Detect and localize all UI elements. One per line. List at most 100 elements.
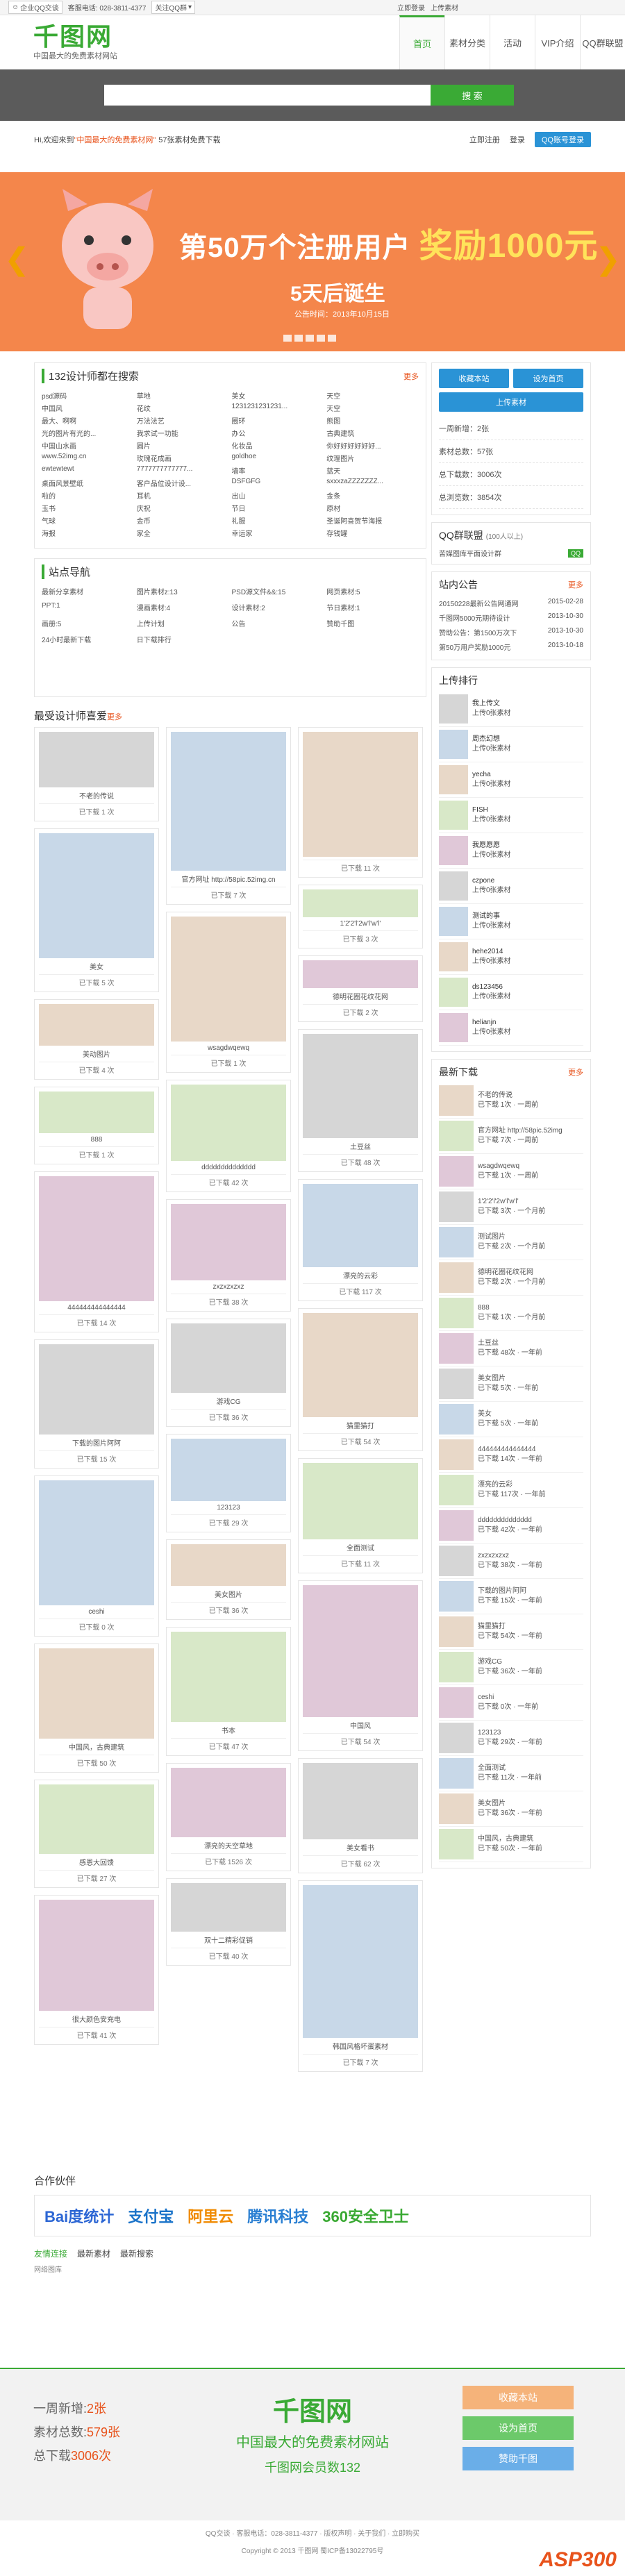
latest-thumbnail[interactable]: [439, 1369, 474, 1399]
material-card[interactable]: 书本 已下载 47 次: [166, 1627, 291, 1756]
material-card[interactable]: 中国风，古典建筑 已下载 50 次: [34, 1644, 159, 1773]
latest-item[interactable]: 123123 已下载 29次 · 一年前: [439, 1721, 583, 1756]
latest-item[interactable]: dddddddddddddd 已下载 42次 · 一年前: [439, 1508, 583, 1544]
site-nav-link[interactable]: 漫画素材:4: [137, 602, 229, 612]
qq-group-chip[interactable]: 关注QQ群 ▾: [151, 1, 196, 14]
material-card[interactable]: 猫里猫打 已下载 54 次: [298, 1308, 423, 1451]
material-card[interactable]: 1'2'2'l'2w'l'w'l' 已下载 3 次: [298, 885, 423, 948]
footer-links[interactable]: QQ交谈 · 客服电话：028-3811-4377 · 版权声明 · 关于我们 …: [0, 2527, 625, 2538]
keyword-link[interactable]: 庆祝: [137, 503, 229, 513]
keyword-link[interactable]: 你好好好好好好...: [326, 440, 419, 451]
keyword-link[interactable]: 客户品位设计设...: [137, 478, 229, 488]
notice-item[interactable]: 20150228最新公告网通网 2015-02-28: [439, 596, 583, 610]
material-thumbnail[interactable]: [303, 732, 418, 857]
material-thumbnail[interactable]: [303, 1034, 418, 1138]
latest-thumbnail[interactable]: [439, 1404, 474, 1435]
banner-dot[interactable]: [283, 335, 292, 342]
avatar[interactable]: [439, 765, 468, 794]
latest-item[interactable]: 不老的传说 已下载 1次 · 一周前: [439, 1083, 583, 1119]
material-thumbnail[interactable]: [171, 1204, 286, 1280]
keyword-link[interactable]: 金币: [137, 515, 229, 526]
material-card[interactable]: 很大颜色安充电 已下载 41 次: [34, 1895, 159, 2045]
latest-item[interactable]: 全面测试 已下载 11次 · 一年前: [439, 1756, 583, 1791]
notice-item[interactable]: 千图网5000元期待设计 2013-10-30: [439, 610, 583, 625]
keyword-link[interactable]: DSFGFG: [232, 478, 324, 488]
keyword-link[interactable]: goldhoe: [232, 453, 324, 463]
keyword-link[interactable]: 中国山水画: [42, 440, 134, 451]
material-card[interactable]: zxzxzxzxz 已下载 38 次: [166, 1199, 291, 1312]
latest-item[interactable]: 中国风，古典建筑 已下载 50次 · 一年前: [439, 1827, 583, 1862]
latest-thumbnail[interactable]: [439, 1652, 474, 1682]
rank-item[interactable]: FISH 上传0张素材: [439, 798, 583, 833]
nav-activity[interactable]: 活动: [490, 15, 535, 69]
material-card[interactable]: 韩国风格坏蛋素材 已下载 7 次: [298, 1880, 423, 2072]
avatar[interactable]: [439, 907, 468, 936]
site-nav-link[interactable]: PSD源文件&&:15: [232, 586, 324, 596]
material-card[interactable]: 漂亮的天空草地 已下载 1526 次: [166, 1763, 291, 1871]
latest-thumbnail[interactable]: [439, 1829, 474, 1859]
notice-item[interactable]: 赞助公告：第1500万次下 2013-10-30: [439, 625, 583, 639]
keyword-link[interactable]: 啦的: [42, 490, 134, 501]
rank-item[interactable]: ds123456 上传0张素材: [439, 975, 583, 1010]
material-card[interactable]: 土豆丝 已下载 48 次: [298, 1029, 423, 1172]
keyword-link[interactable]: 玉书: [42, 503, 134, 513]
keyword-link[interactable]: 最大、啊啊: [42, 415, 134, 426]
latest-thumbnail[interactable]: [439, 1475, 474, 1505]
latest-item[interactable]: 土豆丝 已下载 48次 · 一年前: [439, 1331, 583, 1366]
nav-vip[interactable]: VIP介绍: [535, 15, 580, 69]
site-nav-link[interactable]: 画册:5: [42, 618, 134, 628]
enterprise-qq-chip[interactable]: ☺ 企业QQ交谈: [8, 1, 62, 14]
avatar[interactable]: [439, 1013, 468, 1042]
material-thumbnail[interactable]: [39, 1176, 154, 1301]
material-card[interactable]: 全面测试 已下载 11 次: [298, 1458, 423, 1573]
site-nav-link[interactable]: 网页素材:5: [326, 586, 419, 596]
keyword-link[interactable]: 原材: [326, 503, 419, 513]
latest-item[interactable]: ceshi 已下载 0次 · 一年前: [439, 1685, 583, 1721]
material-thumbnail[interactable]: [303, 1763, 418, 1839]
search-input[interactable]: [104, 85, 431, 106]
site-nav-link[interactable]: 最新分享素材: [42, 586, 134, 596]
latest-thumbnail[interactable]: [439, 1793, 474, 1824]
chevron-right-icon[interactable]: ❯: [595, 242, 621, 277]
latest-item[interactable]: 漂亮的云彩 已下载 117次 · 一年前: [439, 1473, 583, 1508]
material-thumbnail[interactable]: [171, 917, 286, 1042]
notice-item[interactable]: 第50万用户奖励1000元 2013-10-18: [439, 639, 583, 654]
material-card[interactable]: 美女看书 已下载 62 次: [298, 1758, 423, 1873]
material-card[interactable]: 444444444444444 已下载 14 次: [34, 1171, 159, 1332]
latest-thumbnail[interactable]: [439, 1156, 474, 1187]
material-thumbnail[interactable]: [171, 1439, 286, 1501]
chevron-left-icon[interactable]: ❮: [4, 242, 30, 277]
keyword-link[interactable]: 我求试一功能: [137, 428, 229, 438]
latest-item[interactable]: 美女 已下载 5次 · 一年前: [439, 1402, 583, 1437]
latest-thumbnail[interactable]: [439, 1227, 474, 1257]
login-link[interactable]: 登录: [510, 134, 525, 145]
partner-logo-alipay[interactable]: 支付宝: [128, 2205, 174, 2227]
latest-item[interactable]: 888 已下载 1次 · 一个月前: [439, 1296, 583, 1331]
keyword-link[interactable]: 光的图片有光的...: [42, 428, 134, 438]
tab-latest-search[interactable]: 最新搜索: [120, 2248, 153, 2259]
keyword-link[interactable]: 出山: [232, 490, 324, 501]
nav-category[interactable]: 素材分类: [444, 15, 490, 69]
latest-item[interactable]: 下载的图片阿阿 已下载 15次 · 一年前: [439, 1579, 583, 1614]
keyword-link[interactable]: psd源码: [42, 390, 134, 401]
keyword-link[interactable]: 桌面风景壁纸: [42, 478, 134, 488]
upload-button[interactable]: 上传素材: [439, 392, 583, 412]
keyword-link[interactable]: 圣诞阿喜贺节海报: [326, 515, 419, 526]
rank-item[interactable]: helianjn 上传0张素材: [439, 1010, 583, 1046]
latest-thumbnail[interactable]: [439, 1121, 474, 1151]
material-card[interactable]: 123123 已下载 29 次: [166, 1434, 291, 1532]
search-button[interactable]: 搜 索: [431, 85, 514, 106]
latest-thumbnail[interactable]: [439, 1510, 474, 1541]
material-thumbnail[interactable]: [303, 1585, 418, 1717]
material-card[interactable]: 德明花圈花纹花网 已下载 2 次: [298, 955, 423, 1022]
footer-home-button[interactable]: 设为首页: [462, 2416, 574, 2440]
avatar[interactable]: [439, 836, 468, 865]
nav-home[interactable]: 首页: [399, 15, 444, 69]
tab-latest-material[interactable]: 最新素材: [77, 2248, 110, 2259]
material-card[interactable]: 888 已下载 1 次: [34, 1087, 159, 1164]
material-card[interactable]: 双十二精彩促销 已下载 40 次: [166, 1878, 291, 1966]
material-thumbnail[interactable]: [171, 1085, 286, 1161]
latest-item[interactable]: 测试图片 已下载 2次 · 一个月前: [439, 1225, 583, 1260]
material-card[interactable]: 不老的传说 已下载 1 次: [34, 727, 159, 821]
site-nav-link[interactable]: 日下载排行: [137, 634, 229, 644]
